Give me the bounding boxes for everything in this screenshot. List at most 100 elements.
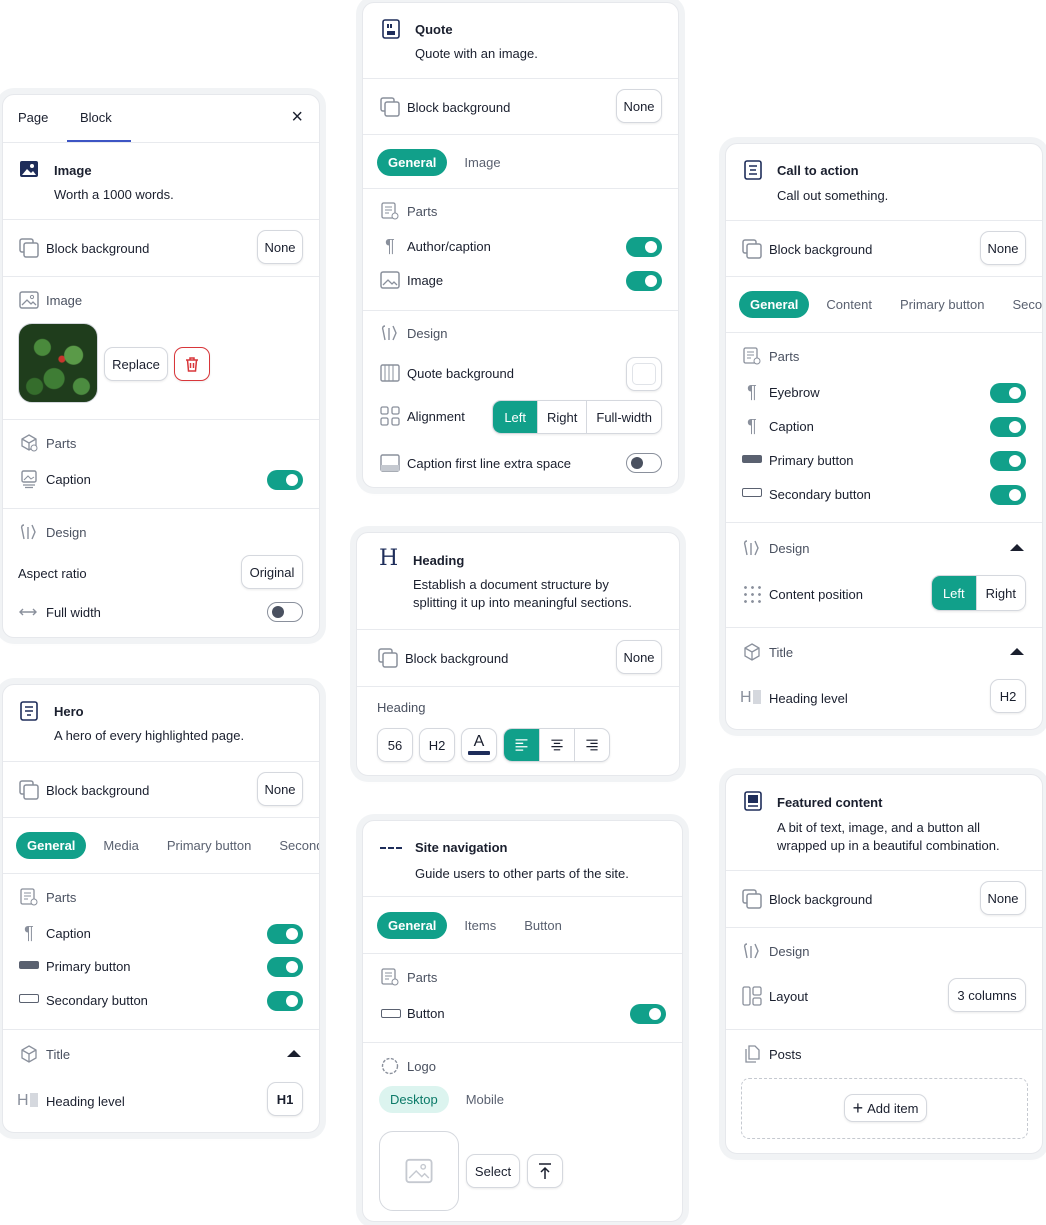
aspect-ratio-label: Aspect ratio [18, 566, 87, 581]
full-width-toggle[interactable] [267, 602, 303, 622]
tab-media[interactable]: Media [92, 832, 149, 859]
cta-icon [742, 159, 764, 181]
tab-mobile[interactable]: Mobile [455, 1086, 515, 1113]
heading-level-icon: H [740, 689, 761, 707]
block-title: Heading [413, 553, 465, 568]
tab-primary-button[interactable]: Primary button [889, 291, 996, 318]
position-left-option[interactable]: Left [931, 576, 976, 610]
block-subtitle-1: Establish a document structure by [413, 577, 609, 592]
block-subtitle-2: splitting it up into meaningful sections… [413, 595, 632, 610]
logo-label: Logo [407, 1059, 436, 1074]
block-background-label: Block background [407, 100, 511, 115]
tab-page[interactable]: Page [18, 110, 48, 125]
caption-toggle[interactable] [267, 924, 303, 944]
alignment-grid-icon [379, 405, 401, 427]
primary-button-toggle[interactable] [267, 957, 303, 977]
tab-primary-button[interactable]: Primary button [156, 832, 263, 859]
primary-button-toggle[interactable] [990, 451, 1026, 471]
block-background-label: Block background [769, 892, 873, 907]
secondary-button-label: Secondary button [46, 993, 148, 1008]
secondary-button-toggle[interactable] [267, 991, 303, 1011]
delete-button[interactable] [174, 347, 210, 381]
block-background-button[interactable]: None [980, 881, 1026, 915]
select-logo-button[interactable]: Select [466, 1154, 520, 1188]
parts-label: Parts [46, 890, 77, 905]
pilcrow-icon: ¶ [747, 415, 757, 436]
button-toggle[interactable] [630, 1004, 666, 1024]
upload-button[interactable] [527, 1154, 563, 1188]
design-brush-icon [18, 521, 40, 543]
content-position-segmented: Left Right [930, 575, 1026, 611]
align-right-option[interactable]: Right [537, 401, 586, 433]
collapse-caret-icon[interactable] [287, 1050, 301, 1057]
parts-cube-icon [18, 432, 40, 454]
layout-label: Layout [769, 989, 809, 1004]
secondary-button-toggle[interactable] [990, 485, 1026, 505]
heading-level-button[interactable]: H2 [990, 679, 1026, 713]
align-left-icon[interactable] [504, 729, 539, 761]
heading-level-button[interactable]: H2 [419, 728, 455, 762]
block-background-button[interactable]: None [257, 230, 303, 264]
align-center-icon[interactable] [539, 729, 574, 761]
image-outline-icon [379, 269, 401, 291]
layout-button[interactable]: 3 columns [948, 978, 1026, 1012]
aspect-ratio-button[interactable]: Original [241, 555, 303, 589]
tab-content[interactable]: Content [815, 291, 883, 318]
quote-background-swatch[interactable] [626, 357, 662, 391]
logo-placeholder[interactable] [379, 1131, 459, 1211]
block-background-button[interactable]: None [616, 89, 662, 123]
align-right-icon[interactable] [574, 729, 609, 761]
tab-general[interactable]: General [16, 832, 87, 859]
block-title: Featured content [777, 795, 883, 810]
block-background-button[interactable]: None [616, 640, 662, 674]
text-color-icon: A [473, 733, 485, 750]
block-subtitle: Call out something. [777, 188, 889, 203]
tab-items[interactable]: Items [453, 912, 507, 939]
design-label: Design [407, 326, 448, 341]
author-caption-toggle[interactable] [626, 237, 662, 257]
heading-level-label: Heading level [46, 1094, 125, 1109]
text-color-button[interactable]: A [461, 728, 497, 762]
cube-icon [18, 1043, 40, 1065]
align-full-width-option[interactable]: Full-width [586, 401, 661, 433]
close-icon[interactable]: × [291, 106, 303, 129]
caption-toggle[interactable] [267, 470, 303, 490]
add-item-button[interactable]: + Add item [844, 1094, 927, 1122]
caption-label: Caption [46, 926, 91, 941]
heading-level-button[interactable]: H1 [267, 1082, 303, 1116]
font-size-button[interactable]: 56 [377, 728, 413, 762]
site-navigation-panel: Site navigation Guide users to other par… [362, 820, 683, 1222]
parts-label: Parts [769, 349, 800, 364]
layers-icon [18, 237, 40, 259]
tab-desktop[interactable]: Desktop [379, 1086, 449, 1113]
hero-icon [18, 700, 40, 722]
eyebrow-toggle[interactable] [990, 383, 1026, 403]
caption-space-toggle[interactable] [626, 453, 662, 473]
primary-button-label: Primary button [769, 453, 854, 468]
tab-block[interactable]: Block [80, 110, 112, 125]
caption-toggle[interactable] [990, 417, 1026, 437]
image-toggle[interactable] [626, 271, 662, 291]
replace-button[interactable]: Replace [104, 347, 168, 381]
image-outline-icon [18, 289, 40, 311]
block-background-button[interactable]: None [980, 231, 1026, 265]
heading-h-icon: H [379, 546, 399, 571]
tab-underline [67, 140, 131, 142]
block-title: Hero [54, 704, 84, 719]
tab-secondary-button[interactable]: Secor [1002, 291, 1042, 318]
tab-secondary-button[interactable]: Second [268, 832, 319, 859]
tab-general[interactable]: General [377, 149, 448, 176]
collapse-caret-icon[interactable] [1010, 648, 1024, 655]
tab-general[interactable]: General [377, 912, 448, 939]
collapse-caret-icon[interactable] [1010, 544, 1024, 551]
block-background-button[interactable]: None [257, 772, 303, 806]
position-right-option[interactable]: Right [975, 576, 1025, 610]
image-thumbnail[interactable] [18, 323, 98, 403]
layers-icon [18, 779, 40, 801]
tab-general[interactable]: General [739, 291, 810, 318]
tab-button[interactable]: Button [513, 912, 573, 939]
text-align-segmented [503, 728, 610, 762]
tab-image[interactable]: Image [453, 149, 511, 176]
align-left-option[interactable]: Left [493, 401, 538, 433]
quote-background-label: Quote background [407, 366, 514, 381]
